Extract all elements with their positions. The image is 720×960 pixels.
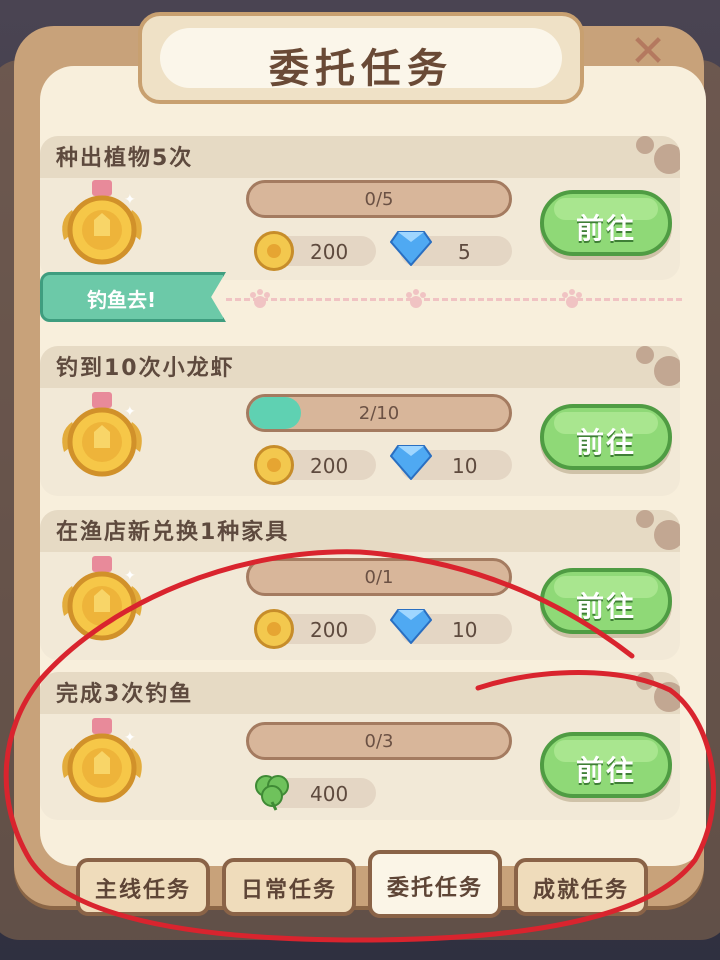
tab-label: 成就任务 xyxy=(532,878,629,903)
clover-icon xyxy=(255,775,289,811)
task-title: 钓到10次小龙虾 xyxy=(56,356,235,381)
reward-value: 5 xyxy=(458,240,471,264)
diamond-icon xyxy=(390,445,432,480)
go-button[interactable]: 前往 xyxy=(540,732,672,798)
go-button[interactable]: 前往 xyxy=(540,190,672,256)
reward-value: 200 xyxy=(310,240,349,264)
task-card: 完成3次钓鱼 ✦ 0/3 400 前往 xyxy=(40,672,680,820)
task-tabs: 主线任务 日常任务 委托任务 成就任务 xyxy=(76,850,648,920)
decor-blob xyxy=(636,346,654,364)
close-button[interactable]: ✕ xyxy=(624,28,672,76)
task-progress-bar: 0/3 xyxy=(246,722,512,760)
decor-blob xyxy=(654,144,680,174)
tab-label: 委托任务 xyxy=(386,876,483,901)
task-card: 钓到10次小龙虾 ✦ 2/10 200 10 前往 xyxy=(40,346,680,496)
tab-main-tasks[interactable]: 主线任务 xyxy=(76,858,210,916)
task-progress-text: 0/1 xyxy=(364,567,394,588)
decor-blob xyxy=(654,682,680,712)
coin-icon xyxy=(254,445,294,485)
reward-value: 400 xyxy=(310,782,349,806)
svg-text:✦: ✦ xyxy=(124,404,136,420)
decor-blob xyxy=(636,510,654,528)
task-progress-bar: 0/5 xyxy=(246,180,512,218)
diamond-icon xyxy=(390,609,432,644)
decor-blob xyxy=(636,672,654,690)
reward-value: 10 xyxy=(452,618,478,642)
coin-icon xyxy=(254,609,294,649)
tab-label: 日常任务 xyxy=(240,878,337,903)
decor-blob xyxy=(654,356,680,386)
task-progress-text: 2/10 xyxy=(358,403,400,424)
page-title: 委托任务 xyxy=(269,46,453,92)
task-progress-text: 0/5 xyxy=(364,189,394,210)
task-progress-bar: 0/1 xyxy=(246,558,512,596)
svg-text:✦: ✦ xyxy=(124,730,136,746)
medal-icon: ✦ xyxy=(62,556,142,641)
task-progress-text: 0/3 xyxy=(364,731,394,752)
medal-icon: ✦ xyxy=(62,392,142,477)
task-card: 在渔店新兑换1种家具 ✦ 0/1 200 10 前往 xyxy=(40,510,680,660)
go-button[interactable]: 前往 xyxy=(540,404,672,470)
go-button-label: 前往 xyxy=(575,754,636,787)
task-title: 完成3次钓鱼 xyxy=(56,682,194,707)
reward-value: 10 xyxy=(452,454,478,478)
close-icon: ✕ xyxy=(629,26,667,77)
title-plate: 委托任务 xyxy=(138,12,584,104)
task-progress-bar: 2/10 xyxy=(246,394,512,432)
reward-value: 200 xyxy=(310,454,349,478)
decor-blob xyxy=(654,520,680,550)
medal-icon: ✦ xyxy=(62,718,142,803)
divider xyxy=(226,298,682,301)
paw-icon xyxy=(562,289,582,308)
go-button[interactable]: 前往 xyxy=(540,568,672,634)
task-title: 种出植物5次 xyxy=(56,146,194,171)
coin-icon xyxy=(254,231,294,271)
reward-value: 200 xyxy=(310,618,349,642)
tab-label: 主线任务 xyxy=(94,878,191,903)
go-button-label: 前往 xyxy=(575,590,636,623)
task-title: 在渔店新兑换1种家具 xyxy=(56,520,290,545)
paw-icon xyxy=(406,289,426,308)
tab-achievement-tasks[interactable]: 成就任务 xyxy=(514,858,648,916)
go-button-label: 前往 xyxy=(575,426,636,459)
svg-text:✦: ✦ xyxy=(124,192,136,208)
tab-commission-tasks[interactable]: 委托任务 xyxy=(368,850,502,918)
fishing-ribbon[interactable]: 钓鱼去! xyxy=(40,272,226,322)
medal-icon: ✦ xyxy=(62,180,142,265)
svg-text:✦: ✦ xyxy=(124,568,136,584)
tab-daily-tasks[interactable]: 日常任务 xyxy=(222,858,356,916)
paw-icon xyxy=(250,289,270,308)
ribbon-label: 钓鱼去! xyxy=(87,288,157,312)
decor-blob xyxy=(636,136,654,154)
diamond-icon xyxy=(390,231,432,266)
go-button-label: 前往 xyxy=(575,212,636,245)
task-card: 种出植物5次 ✦ 0/5 200 5 前往 xyxy=(40,136,680,280)
